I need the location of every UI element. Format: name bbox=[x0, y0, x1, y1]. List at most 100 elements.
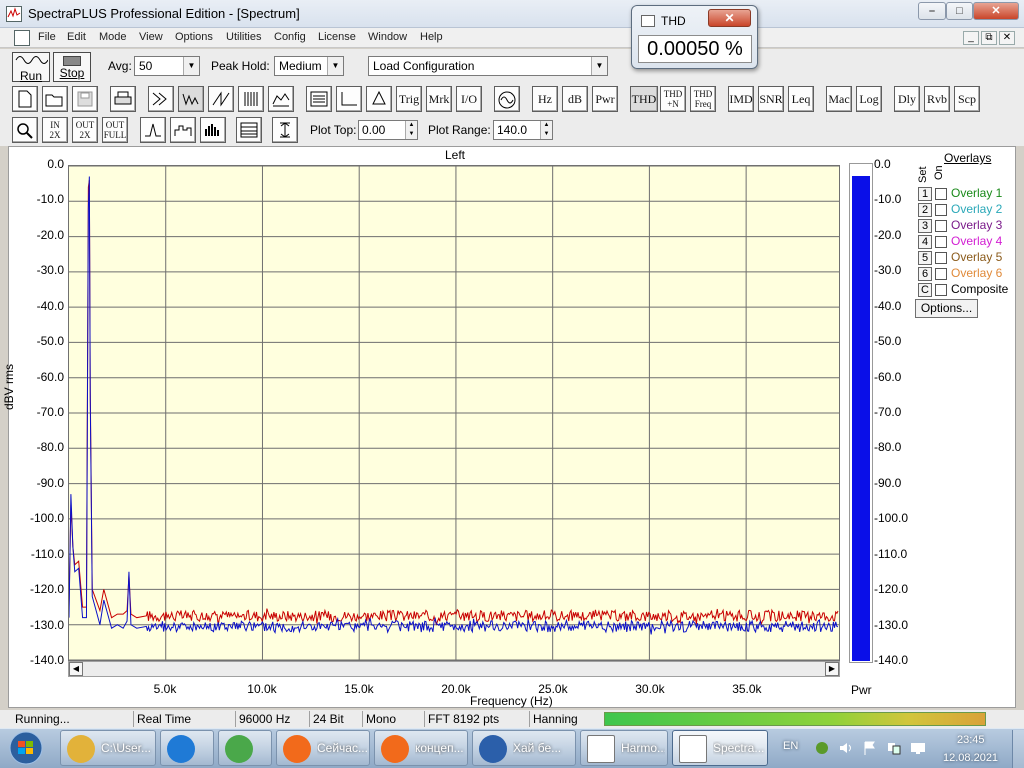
menu-help[interactable]: Help bbox=[420, 31, 443, 43]
sawtooth-button[interactable] bbox=[208, 86, 234, 112]
new-file-button[interactable] bbox=[12, 86, 38, 112]
mdi-minimize-button[interactable]: _ bbox=[963, 31, 979, 45]
step-plot-button[interactable] bbox=[170, 117, 196, 143]
taskbar-item[interactable]: Spectra... bbox=[672, 730, 768, 766]
spectrum-mode-button[interactable] bbox=[178, 86, 204, 112]
menu-view[interactable]: View bbox=[139, 31, 163, 43]
fast-forward-button[interactable] bbox=[148, 86, 174, 112]
menu-license[interactable]: License bbox=[318, 31, 356, 43]
spectrum-plot[interactable] bbox=[68, 165, 840, 661]
overlay-checkbox[interactable] bbox=[935, 252, 947, 264]
app-icon[interactable] bbox=[6, 6, 22, 22]
taskbar-item[interactable]: Harmo... bbox=[580, 730, 668, 766]
oscillator-button[interactable] bbox=[494, 86, 520, 112]
overlay-set-button[interactable]: 4 bbox=[918, 235, 932, 249]
scope-button[interactable]: Scp bbox=[954, 86, 980, 112]
peak-hold-select[interactable]: Medium ▼ bbox=[274, 56, 344, 76]
spin-down-icon[interactable]: ▼ bbox=[540, 130, 552, 139]
clock-date[interactable]: 12.08.2021 bbox=[943, 752, 998, 764]
avg-select[interactable]: 50 ▼ bbox=[134, 56, 200, 76]
overlay-set-button[interactable]: C bbox=[918, 283, 932, 297]
display-icon[interactable] bbox=[910, 740, 926, 756]
close-button[interactable]: ✕ bbox=[973, 2, 1019, 20]
menu-file[interactable]: File bbox=[38, 31, 56, 43]
network-icon[interactable] bbox=[886, 740, 902, 756]
start-button[interactable] bbox=[4, 731, 52, 765]
scroll-left-icon[interactable]: ◀ bbox=[69, 662, 83, 676]
overlay-set-button[interactable]: 2 bbox=[918, 203, 932, 217]
overlay-set-button[interactable]: 5 bbox=[918, 251, 932, 265]
mdi-restore-button[interactable]: ⧉ bbox=[981, 31, 997, 45]
taskbar-item[interactable]: концеп... bbox=[374, 730, 468, 766]
db-button[interactable]: dB bbox=[562, 86, 588, 112]
overlay-set-button[interactable]: 1 bbox=[918, 187, 932, 201]
bar-plot-button[interactable] bbox=[200, 117, 226, 143]
marker-button[interactable]: Mrk bbox=[426, 86, 452, 112]
overlay-checkbox[interactable] bbox=[935, 188, 947, 200]
settings-table-button[interactable] bbox=[236, 117, 262, 143]
volume-icon[interactable] bbox=[838, 740, 854, 756]
overlay-set-button[interactable]: 3 bbox=[918, 219, 932, 233]
menu-options[interactable]: Options bbox=[175, 31, 213, 43]
leq-button[interactable]: Leq bbox=[788, 86, 814, 112]
mdi-close-button[interactable]: ✕ bbox=[999, 31, 1015, 45]
thd-window[interactable]: THD ✕ 0.00050 % bbox=[631, 5, 758, 69]
delay-button[interactable]: Dly bbox=[894, 86, 920, 112]
taskbar-item[interactable]: Хай бе... bbox=[472, 730, 576, 766]
menu-config[interactable]: Config bbox=[274, 31, 306, 43]
log-button[interactable]: Log bbox=[856, 86, 882, 112]
axis-button[interactable] bbox=[336, 86, 362, 112]
open-file-button[interactable] bbox=[42, 86, 68, 112]
spin-up-icon[interactable]: ▲ bbox=[405, 121, 417, 130]
report-button[interactable] bbox=[306, 86, 332, 112]
reverb-button[interactable]: Rvb bbox=[924, 86, 950, 112]
3d-surface-button[interactable] bbox=[268, 86, 294, 112]
menu-utilities[interactable]: Utilities bbox=[226, 31, 261, 43]
clock-time[interactable]: 23:45 bbox=[957, 734, 985, 746]
overlay-checkbox[interactable] bbox=[935, 236, 947, 248]
overlay-options-button[interactable]: Options... bbox=[915, 299, 978, 318]
menu-edit[interactable]: Edit bbox=[67, 31, 86, 43]
print-button[interactable] bbox=[110, 86, 136, 112]
overlay-checkbox[interactable] bbox=[935, 268, 947, 280]
overlay-set-button[interactable]: 6 bbox=[918, 267, 932, 281]
spectrogram-button[interactable] bbox=[238, 86, 264, 112]
thd-freq-button[interactable]: THD Freq bbox=[690, 86, 716, 112]
io-button[interactable]: I/O bbox=[456, 86, 482, 112]
overlay-checkbox[interactable] bbox=[935, 220, 947, 232]
save-button[interactable] bbox=[72, 86, 98, 112]
plot-range-input[interactable]: 140.0 ▲ ▼ bbox=[493, 120, 553, 140]
thd-button[interactable]: THD bbox=[630, 86, 658, 112]
overlay-checkbox[interactable] bbox=[935, 204, 947, 216]
language-indicator[interactable]: EN bbox=[783, 740, 798, 752]
generator-button[interactable] bbox=[366, 86, 392, 112]
zoom-out-full-button[interactable]: OUT FULL bbox=[102, 117, 128, 143]
taskbar-item[interactable] bbox=[160, 730, 214, 766]
taskbar-item[interactable]: Сейчас... bbox=[276, 730, 370, 766]
mdi-child-icon[interactable] bbox=[14, 30, 30, 46]
flag-icon[interactable] bbox=[862, 740, 878, 756]
spin-up-icon[interactable]: ▲ bbox=[540, 121, 552, 130]
overlay-checkbox[interactable] bbox=[935, 284, 947, 296]
menu-mode[interactable]: Mode bbox=[99, 31, 127, 43]
pwr-button[interactable]: Pwr bbox=[592, 86, 618, 112]
scroll-right-icon[interactable]: ▶ bbox=[825, 662, 839, 676]
horizontal-scrollbar[interactable]: ◀ ▶ bbox=[68, 661, 840, 677]
spin-down-icon[interactable]: ▼ bbox=[405, 130, 417, 139]
taskbar-item[interactable] bbox=[218, 730, 272, 766]
stop-button[interactable]: Stop bbox=[53, 52, 91, 82]
macro-button[interactable]: Mac bbox=[826, 86, 852, 112]
security-tray-icon[interactable] bbox=[814, 740, 830, 756]
plot-top-input[interactable]: 0.00 ▲ ▼ bbox=[358, 120, 418, 140]
zoom-in-2x-button[interactable]: IN 2X bbox=[42, 117, 68, 143]
configuration-select[interactable]: Load Configuration ▼ bbox=[368, 56, 608, 76]
thd-close-button[interactable]: ✕ bbox=[708, 9, 751, 27]
show-desktop-button[interactable] bbox=[1012, 730, 1024, 768]
run-button[interactable]: Run bbox=[12, 52, 50, 82]
trigger-button[interactable]: Trig bbox=[396, 86, 422, 112]
snr-button[interactable]: SNR bbox=[758, 86, 784, 112]
menu-window[interactable]: Window bbox=[368, 31, 407, 43]
zoom-button[interactable] bbox=[12, 117, 38, 143]
zoom-out-2x-button[interactable]: OUT 2X bbox=[72, 117, 98, 143]
line-plot-button[interactable] bbox=[140, 117, 166, 143]
